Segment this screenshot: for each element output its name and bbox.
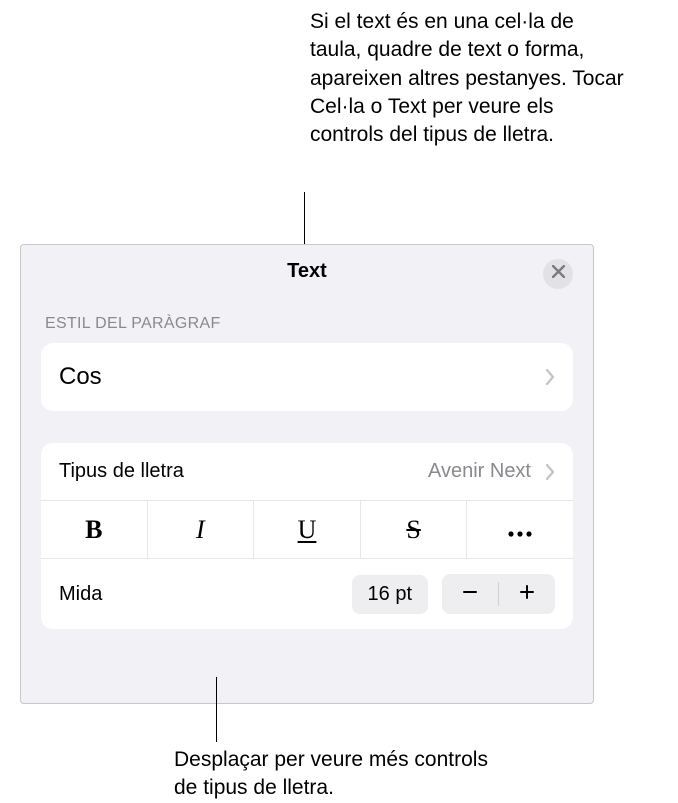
close-icon bbox=[552, 265, 565, 283]
close-button[interactable] bbox=[543, 259, 573, 289]
underline-icon: U bbox=[298, 515, 317, 545]
italic-button[interactable]: I bbox=[147, 501, 254, 558]
font-label: Tipus de lletra bbox=[59, 460, 184, 483]
size-label: Mida bbox=[59, 583, 102, 606]
plus-icon bbox=[518, 583, 536, 606]
chevron-right-icon bbox=[545, 369, 555, 385]
paragraph-style-card: Cos bbox=[41, 343, 573, 411]
panel-header: Text bbox=[21, 245, 593, 297]
format-panel: Text ESTIL DEL PARÀGRAF Cos Tipus de lle… bbox=[20, 244, 594, 704]
paragraph-style-row[interactable]: Cos bbox=[41, 343, 573, 411]
font-value: Avenir Next bbox=[428, 460, 531, 483]
underline-button[interactable]: U bbox=[253, 501, 360, 558]
callout-top: Si el text és en una cel·la de taula, qu… bbox=[310, 8, 630, 150]
font-row[interactable]: Tipus de lletra Avenir Next bbox=[41, 443, 573, 501]
font-card: Tipus de lletra Avenir Next B I U S bbox=[41, 443, 573, 629]
size-decrease-button[interactable] bbox=[442, 574, 498, 614]
bold-button[interactable]: B bbox=[41, 501, 147, 558]
panel-title: Text bbox=[287, 260, 327, 283]
more-options-button[interactable] bbox=[466, 501, 573, 558]
chevron-right-icon bbox=[545, 464, 555, 480]
italic-icon: I bbox=[196, 515, 205, 545]
strikethrough-icon: S bbox=[406, 515, 420, 545]
format-row: B I U S bbox=[41, 501, 573, 559]
section-label-paragraph: ESTIL DEL PARÀGRAF bbox=[21, 297, 593, 343]
minus-icon bbox=[461, 583, 479, 606]
callout-leader-bottom bbox=[216, 677, 217, 742]
size-increase-button[interactable] bbox=[499, 574, 555, 614]
paragraph-style-value: Cos bbox=[59, 363, 102, 391]
size-value[interactable]: 16 pt bbox=[352, 575, 428, 614]
bold-icon: B bbox=[85, 515, 102, 545]
strikethrough-button[interactable]: S bbox=[360, 501, 467, 558]
callout-bottom: Desplaçar per veure més controls de tipu… bbox=[174, 746, 514, 803]
size-row: Mida 16 pt bbox=[41, 559, 573, 629]
size-stepper bbox=[442, 574, 555, 614]
more-icon bbox=[507, 514, 533, 545]
